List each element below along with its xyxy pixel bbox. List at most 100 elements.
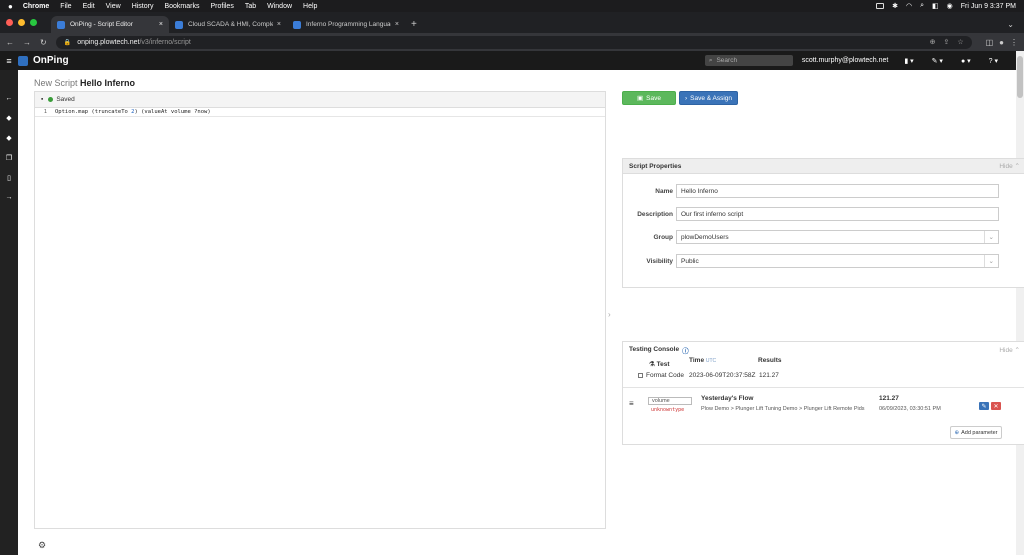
save-and-assign-button[interactable]: › Save & Assign [679,91,738,105]
user-email[interactable]: scott.murphy@plowtech.net [802,57,888,64]
add-parameter-button[interactable]: ⊕ Add parameter [950,426,1002,439]
menu-window[interactable]: Window [267,3,292,10]
spotlight-icon[interactable]: ⌕ [920,2,924,10]
visibility-value: Public [681,257,699,265]
tab-close-icon[interactable]: × [277,21,281,28]
parameter-path: Plow Demo > Plunger Lift Tuning Demo > P… [701,406,865,412]
checkbox[interactable] [638,372,643,378]
parameter-value: 121.27 [879,395,899,402]
tags-icon[interactable]: ◆ [5,134,13,142]
remove-parameter-button[interactable]: ✕ [991,402,1001,410]
zoom-icon[interactable]: ⊕ [930,38,936,46]
address-bar[interactable]: 🔒 onping.plowtech.net/v3/inferno/script … [55,35,972,49]
menu-bookmarks[interactable]: Bookmarks [164,3,199,10]
copy-icon[interactable]: ❐ [5,154,13,162]
menu-clock[interactable]: Fri Jun 9 3:37 PM [961,3,1016,10]
gear-icon[interactable]: ⚙ [38,540,46,551]
side-panel-icon[interactable]: ◫ [986,38,994,47]
testing-console-title: Testing Console [629,346,680,353]
menu-help[interactable]: Help [303,3,317,10]
tools-menu-icon[interactable]: ✎ ▾ [932,57,943,65]
script-name-title: Hello Inferno [80,78,136,88]
forward-icon[interactable]: → [5,194,13,201]
collapse-arrow-icon[interactable]: ← [5,95,13,102]
user-menu-icon[interactable]: ● ▾ [961,57,971,65]
parameter-title: Yesterday's Flow [701,395,754,402]
info-icon[interactable]: ⓘ [682,345,689,355]
panel-toggle-chevron-icon[interactable]: › [608,310,611,319]
scrollbar-thumb[interactable] [1017,56,1023,98]
parameter-type-badge: unknowntype [651,407,685,413]
hide-properties-toggle[interactable]: Hide ⌃ [999,162,1020,170]
menu-chrome[interactable]: Chrome [23,3,49,10]
save-icon: ▣ [637,95,644,102]
script-properties-panel: Script Properties Hide ⌃ Name Hello Infe… [622,158,1024,288]
menu-tab[interactable]: Tab [245,3,256,10]
wifi-icon[interactable]: ◠ [906,2,912,10]
format-code-checkbox[interactable]: Format Code [638,372,684,379]
edit-parameter-button[interactable]: ✎ [979,402,989,410]
new-tab-button[interactable]: + [411,16,417,33]
tab-search-chevron-icon[interactable]: ⌄ [1007,16,1014,33]
parameter-variable-value: volume [652,398,670,404]
share-icon[interactable]: ⇪ [943,38,949,46]
name-field[interactable]: Hello Inferno [676,184,999,198]
menu-profiles[interactable]: Profiles [210,3,233,10]
name-label: Name [655,187,673,195]
control-center-icon[interactable]: ◧ [932,2,939,10]
tab-cloud-scada[interactable]: Cloud SCADA & HMI, Complete × [169,16,287,33]
tab-inferno-language[interactable]: Inferno Programming Language × [287,16,405,33]
tab-close-icon[interactable]: × [159,21,163,28]
forward-arrow-icon[interactable]: → [23,38,31,47]
bookmark-star-icon[interactable]: ☆ [957,38,963,46]
console-divider [623,387,1024,388]
code-editor[interactable]: ▪ Saved 1 Option.map (truncateTo 2) (val… [34,91,606,529]
hide-console-toggle[interactable]: Hide ⌃ [999,346,1020,354]
brand-name[interactable]: OnPing [33,55,69,66]
reload-icon[interactable]: ↻ [40,38,47,47]
menu-view[interactable]: View [106,3,121,10]
visibility-select[interactable]: Public ⌄ [676,254,999,268]
group-select[interactable]: plowDemoUsers ⌄ [676,230,999,244]
tab-script-editor[interactable]: OnPing - Script Editor × [51,16,169,33]
parameter-variable-input[interactable]: volume [648,397,692,405]
code-text[interactable]: Option.map (truncateTo 2) (valueAt volum… [55,109,211,115]
siri-icon[interactable]: ◉ [947,2,953,10]
description-label: Description [637,210,673,218]
hamburger-menu-icon[interactable]: ≡ [0,56,18,66]
onping-favicon-icon [293,20,301,29]
page-scrollbar[interactable] [1016,51,1024,555]
description-field[interactable]: Our first inferno script [676,207,999,221]
menu-file[interactable]: File [60,3,71,10]
save-button[interactable]: ▣ Save [622,91,676,105]
back-arrow-icon[interactable]: ← [6,38,14,47]
search-input[interactable]: ⌕ Search [704,55,793,66]
onping-logo[interactable] [18,55,28,66]
description-value: Our first inferno script [681,210,744,218]
screen-record-icon[interactable] [876,3,885,9]
chrome-menu-icon[interactable]: ⋮ [1010,38,1018,47]
document-icon[interactable]: ▯ [5,174,13,182]
drag-handle-icon[interactable]: ≡ [629,399,634,408]
tab-close-icon[interactable]: × [395,21,399,28]
lock-icon[interactable]: 🔒 [64,39,71,46]
code-line[interactable]: 1 Option.map (truncateTo 2) (valueAt vol… [35,108,605,117]
flask-icon: ⚗ [649,361,655,368]
tag-icon[interactable]: ◆ [5,114,13,122]
maximize-window-button[interactable] [30,19,37,26]
close-window-button[interactable] [6,19,13,26]
url-path: /v3/inferno/script [139,38,191,46]
test-button[interactable]: ⚗ Test [649,360,670,368]
menu-history[interactable]: History [132,3,154,10]
hide-label: Hide [999,346,1013,354]
minimize-window-button[interactable] [18,19,25,26]
test-result-value: 121.27 [759,372,779,379]
menu-edit[interactable]: Edit [83,3,95,10]
apple-icon[interactable]: ● [8,2,13,11]
testing-console-header: Testing Console ⓘ Hide ⌃ [623,342,1024,357]
bluetooth-icon[interactable]: ✱ [892,2,898,10]
profile-icon[interactable]: ● [999,38,1004,47]
bookmark-menu-icon[interactable]: ▮ ▾ [904,57,913,65]
help-menu-icon[interactable]: ? ▾ [989,57,998,65]
plus-circle-icon: ⊕ [954,429,960,436]
